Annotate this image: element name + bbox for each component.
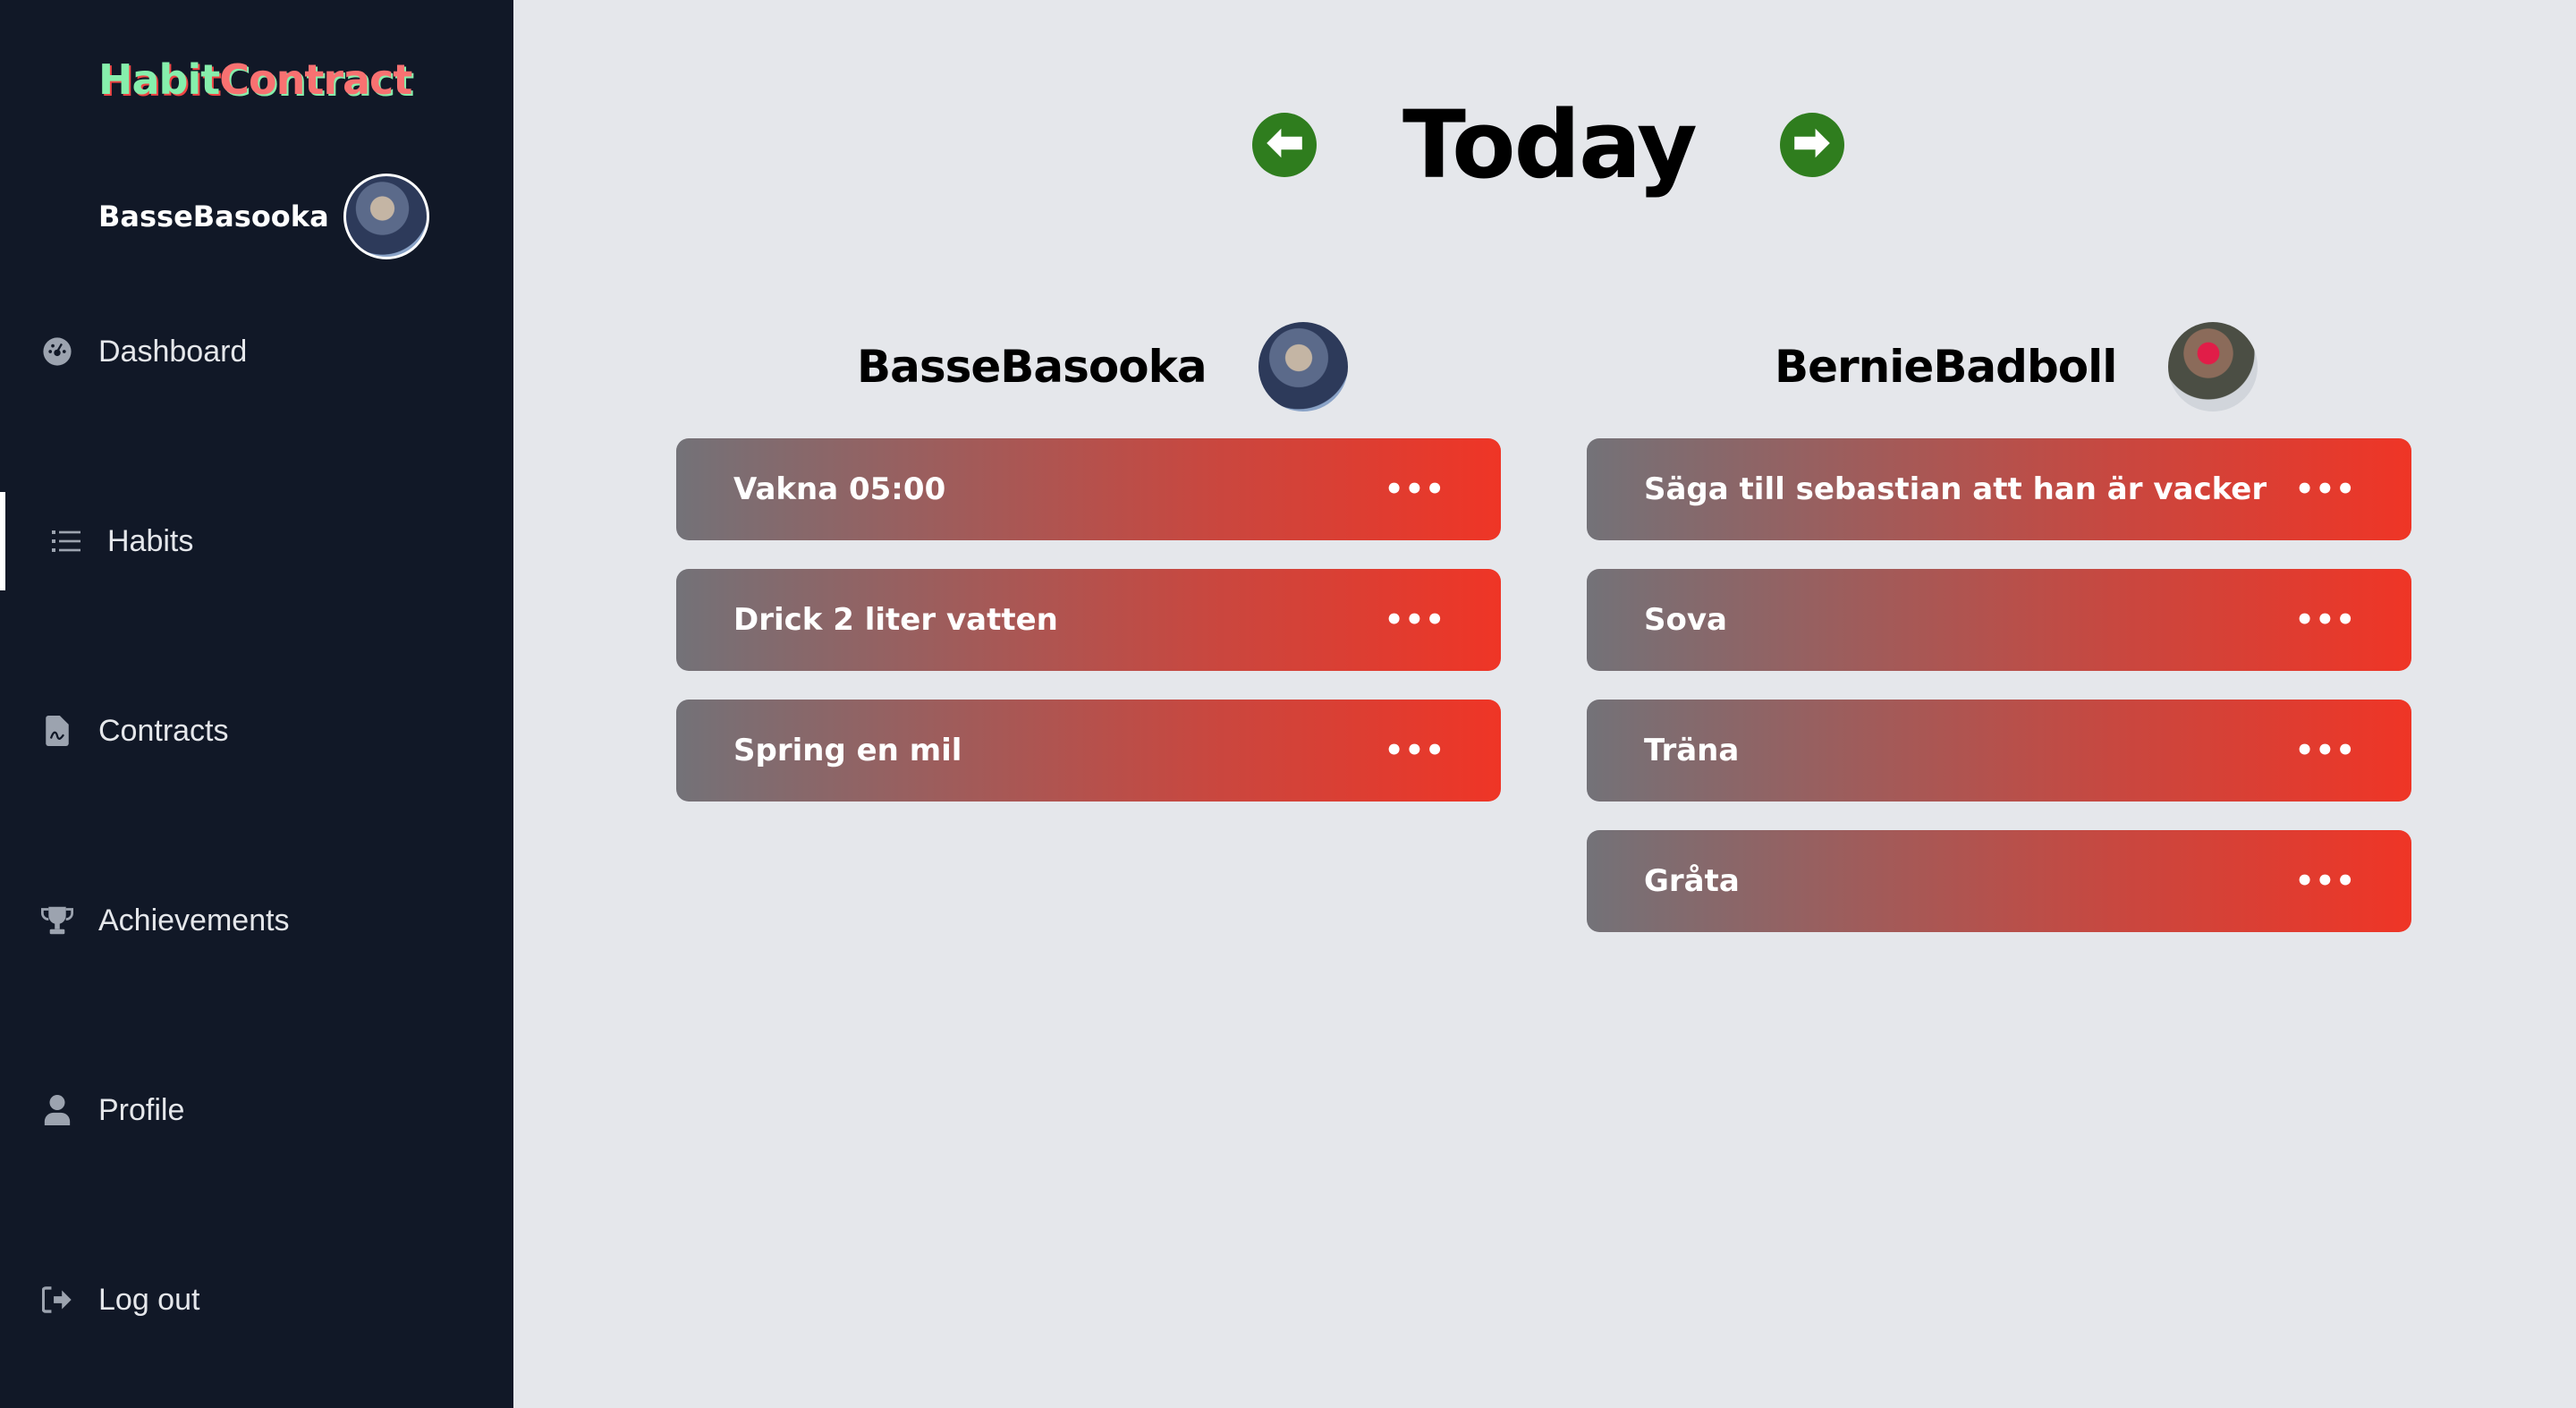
page-title: Today <box>1402 90 1698 199</box>
arrow-left-icon <box>1265 127 1304 163</box>
more-options-icon[interactable]: ••• <box>2295 605 2356 635</box>
sidebar-item-achievements[interactable]: Achievements <box>0 871 513 970</box>
contract-file-icon <box>41 715 73 747</box>
more-options-icon[interactable]: ••• <box>2295 474 2356 505</box>
more-options-icon[interactable]: ••• <box>2295 735 2356 766</box>
more-options-icon[interactable]: ••• <box>1385 474 1445 505</box>
habit-label: Vakna 05:00 <box>733 471 946 507</box>
habit-label: Säga till sebastian att han är vacker <box>1644 471 2267 507</box>
habit-label: Sova <box>1644 602 1727 638</box>
logo-contract: Contract <box>219 55 412 104</box>
sidebar-item-label: Log out <box>98 1282 200 1317</box>
logo-habit: Habit <box>98 55 220 104</box>
user-column-berniebadboll: BernieBadboll Säga till sebastian att ha… <box>1587 322 2411 948</box>
logout-icon <box>41 1284 73 1316</box>
habit-card[interactable]: Träna ••• <box>1587 700 2411 802</box>
more-options-icon[interactable]: ••• <box>2295 866 2356 896</box>
sidebar-item-dashboard[interactable]: Dashboard <box>0 302 513 401</box>
app-logo[interactable]: HabitContract <box>98 55 412 104</box>
habit-card[interactable]: Säga till sebastian att han är vacker ••… <box>1587 438 2411 540</box>
list-icon <box>50 525 82 557</box>
next-day-button[interactable] <box>1779 113 1844 177</box>
habit-card[interactable]: Drick 2 liter vatten ••• <box>676 569 1501 671</box>
more-options-icon[interactable]: ••• <box>1385 735 1445 766</box>
habit-label: Drick 2 liter vatten <box>733 602 1058 638</box>
avatar <box>2168 322 2258 411</box>
current-user[interactable]: BasseBasooka <box>98 172 429 261</box>
column-header: BernieBadboll <box>1775 322 2258 411</box>
prev-day-button[interactable] <box>1252 113 1317 177</box>
sidebar-item-label: Achievements <box>98 903 290 937</box>
sidebar-item-profile[interactable]: Profile <box>0 1061 513 1159</box>
sidebar-item-label: Contracts <box>98 713 229 748</box>
sidebar: HabitContract BasseBasooka Dashboard Hab… <box>0 0 513 1408</box>
arrow-right-icon <box>1792 127 1832 163</box>
habit-label: Spring en mil <box>733 733 962 768</box>
habit-card[interactable]: Gråta ••• <box>1587 830 2411 932</box>
date-header: Today <box>1252 89 1844 200</box>
trophy-icon <box>41 904 73 937</box>
current-user-name: BasseBasooka <box>98 199 329 233</box>
sidebar-item-contracts[interactable]: Contracts <box>0 682 513 780</box>
habit-card[interactable]: Vakna 05:00 ••• <box>676 438 1501 540</box>
sidebar-item-habits[interactable]: Habits <box>0 492 519 590</box>
habit-card[interactable]: Sova ••• <box>1587 569 2411 671</box>
sidebar-item-label: Dashboard <box>98 334 248 369</box>
habit-card[interactable]: Spring en mil ••• <box>676 700 1501 802</box>
column-header: BasseBasooka <box>857 322 1348 411</box>
avatar <box>1258 322 1348 411</box>
sidebar-item-label: Profile <box>98 1092 185 1127</box>
habit-label: Gråta <box>1644 863 1740 899</box>
user-column-bassebasooka: BasseBasooka Vakna 05:00 ••• Drick 2 lit… <box>676 322 1501 805</box>
more-options-icon[interactable]: ••• <box>1385 605 1445 635</box>
sidebar-item-logout[interactable]: Log out <box>0 1251 513 1349</box>
column-user-name: BasseBasooka <box>857 341 1208 393</box>
dashboard-icon <box>41 335 73 368</box>
sidebar-item-label: Habits <box>107 523 194 558</box>
column-user-name: BernieBadboll <box>1775 341 2117 393</box>
avatar[interactable] <box>343 174 429 259</box>
habit-label: Träna <box>1644 733 1740 768</box>
user-icon <box>41 1094 73 1126</box>
